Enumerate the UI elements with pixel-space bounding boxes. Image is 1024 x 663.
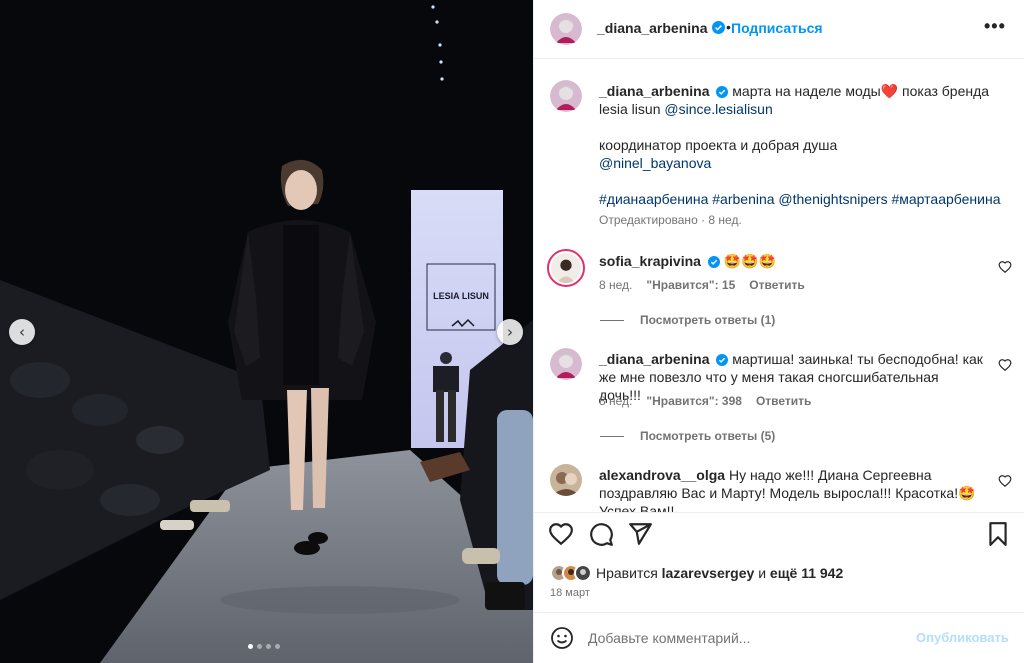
- chevron-left-icon: ‹: [19, 323, 25, 341]
- commenter-avatar[interactable]: [547, 249, 585, 287]
- comment-username[interactable]: sofia_krapivina: [599, 253, 701, 269]
- caption-part1: марта на наделе моды: [732, 83, 881, 99]
- caption-hashtags[interactable]: #дианаарбенина #arbenina @thenightsniper…: [599, 190, 1000, 208]
- view-replies-label: Посмотреть ответы (5): [640, 429, 776, 443]
- like-heart-icon[interactable]: [548, 521, 574, 547]
- comment-text: alexandrova__olga Ну надо же!!! Диана Се…: [599, 466, 983, 512]
- post-actions: Нравится lazarevsergey и ещё 11 942 18 м…: [534, 512, 1024, 612]
- chevron-right-icon: ›: [507, 323, 513, 341]
- liked-by-and: и: [758, 565, 767, 581]
- comment-username[interactable]: alexandrova__olga: [599, 467, 725, 483]
- comment-age: 8 нед.: [599, 278, 633, 292]
- view-replies-label: Посмотреть ответы (1): [640, 313, 776, 327]
- emoji-smiley-icon[interactable]: [550, 626, 574, 650]
- post-details: _diana_arbenina • Подписаться ••• _diana…: [533, 0, 1024, 663]
- verified-badge-icon: [707, 256, 720, 268]
- runway-photo: LESIA LISUN: [0, 0, 533, 663]
- caption-avatar[interactable]: [550, 80, 582, 112]
- caption-text: _diana_arbenina марта на наделе моды❤️ п…: [599, 82, 999, 118]
- mention-link[interactable]: @since.lesialisun: [664, 101, 772, 117]
- comment-input[interactable]: [588, 627, 908, 649]
- view-replies-button[interactable]: Посмотреть ответы (5): [600, 429, 775, 443]
- previous-image-button[interactable]: ‹: [9, 319, 35, 345]
- comment-likes[interactable]: "Нравится": 15: [646, 278, 735, 292]
- liked-by[interactable]: Нравится lazarevsergey и ещё 11 942: [550, 564, 843, 582]
- follow-button[interactable]: Подписаться: [731, 20, 823, 36]
- header-username[interactable]: _diana_arbenina: [597, 20, 708, 36]
- verified-badge-icon: [716, 86, 729, 98]
- caption-edited-time: Отредактировано · 8 нед.: [599, 213, 742, 227]
- more-options-icon[interactable]: •••: [984, 16, 1006, 37]
- verified-badge-icon: [712, 21, 725, 34]
- save-bookmark-icon[interactable]: [985, 521, 1011, 547]
- comment-meta: 8 нед. "Нравится": 398 Ответить: [599, 394, 811, 408]
- commenter-avatar[interactable]: [550, 464, 582, 496]
- mention-link[interactable]: @ninel_bayanova: [599, 154, 711, 172]
- comment-bubble-icon[interactable]: [588, 521, 614, 547]
- liked-by-more[interactable]: ещё 11 942: [770, 565, 843, 581]
- reply-button[interactable]: Ответить: [749, 278, 804, 292]
- commenter-avatar[interactable]: [550, 348, 582, 380]
- banner-brand-text: LESIA LISUN: [433, 291, 489, 301]
- caption-line2: координатор проекта и добрая душа: [599, 137, 838, 153]
- carousel-dot: [257, 644, 262, 649]
- post-header: _diana_arbenina • Подписаться •••: [534, 0, 1024, 59]
- post-date[interactable]: 18 март: [550, 587, 590, 599]
- carousel-dot: [266, 644, 271, 649]
- add-comment-bar: Опубликовать: [534, 612, 1024, 663]
- share-paper-plane-icon[interactable]: [627, 521, 653, 547]
- caption-username[interactable]: _diana_arbenina: [599, 83, 710, 99]
- comment-text: sofia_krapivina 🤩🤩🤩: [599, 252, 776, 270]
- carousel-dot: [248, 644, 253, 649]
- replies-divider: [600, 319, 624, 321]
- replies-divider: [600, 435, 624, 437]
- liked-by-text: Нравится lazarevsergey и ещё 11 942: [596, 565, 843, 581]
- comment-username[interactable]: _diana_arbenina: [599, 351, 710, 367]
- publish-button[interactable]: Опубликовать: [916, 630, 1009, 645]
- liked-by-user[interactable]: lazarevsergey: [662, 565, 755, 581]
- liker-avatar: [574, 564, 592, 582]
- heart-emoji-icon: ❤️: [880, 83, 899, 99]
- post-media: LESIA LISUN ‹ ›: [0, 0, 533, 663]
- carousel-dot: [275, 644, 280, 649]
- like-comment-icon[interactable]: [998, 474, 1012, 488]
- carousel-indicator: [248, 644, 280, 649]
- comments-list[interactable]: _diana_arbenina марта на наделе моды❤️ п…: [534, 60, 1024, 512]
- reply-button[interactable]: Ответить: [756, 394, 811, 408]
- comment-likes[interactable]: "Нравится": 398: [646, 394, 742, 408]
- like-comment-icon[interactable]: [998, 358, 1012, 372]
- comment-age: 8 нед.: [599, 394, 633, 408]
- verified-badge-icon: [716, 354, 729, 366]
- comment-meta: 8 нед. "Нравится": 15 Ответить: [599, 278, 805, 292]
- view-replies-button[interactable]: Посмотреть ответы (1): [600, 313, 775, 327]
- liked-by-prefix: Нравится: [596, 565, 658, 581]
- next-image-button[interactable]: ›: [497, 319, 523, 345]
- author-avatar[interactable]: [550, 13, 582, 45]
- like-comment-icon[interactable]: [998, 260, 1012, 274]
- comment-body: 🤩🤩🤩: [723, 253, 777, 269]
- post-viewer: LESIA LISUN ‹ › _diana_arbenina • Подпис…: [0, 0, 1024, 663]
